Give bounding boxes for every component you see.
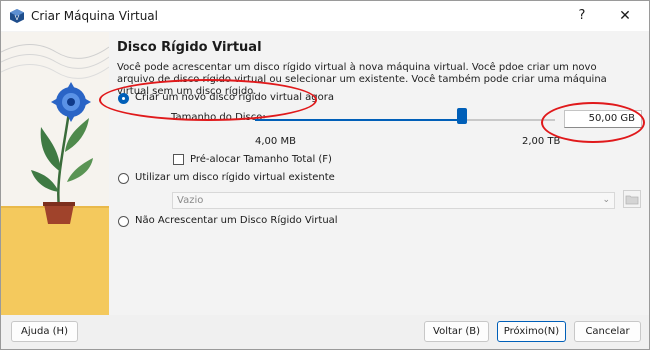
svg-text:V: V	[15, 15, 20, 22]
max-size-label: 2,00 TB	[522, 136, 561, 147]
slider-thumb[interactable]	[457, 108, 467, 124]
slider-fill	[255, 119, 462, 121]
existing-disk-select[interactable]: Vazio ⌄	[172, 192, 615, 209]
help-title-button[interactable]: ?	[572, 6, 592, 26]
preallocate-checkbox[interactable]	[173, 154, 184, 165]
page-title: Disco Rígido Virtual	[117, 40, 262, 55]
create-new-disk-radio[interactable]	[118, 93, 129, 104]
use-existing-disk-label[interactable]: Utilizar um disco rígido virtual existen…	[135, 172, 335, 183]
no-disk-label[interactable]: Não Acrescentar um Disco Rígido Virtual	[135, 215, 338, 226]
folder-icon	[625, 195, 639, 205]
disk-size-slider[interactable]	[255, 119, 555, 121]
back-button[interactable]: Voltar (B)	[424, 321, 489, 342]
min-size-label: 4,00 MB	[255, 136, 296, 147]
dialog-footer: Ajuda (H) Voltar (B) Próximo(N) Cancelar	[1, 315, 649, 349]
cancel-button[interactable]: Cancelar	[574, 321, 641, 342]
window-title: Criar Máquina Virtual	[31, 9, 158, 23]
help-button[interactable]: Ajuda (H)	[11, 321, 78, 342]
wizard-illustration	[1, 32, 109, 315]
existing-disk-value: Vazio	[177, 195, 204, 206]
disk-size-input[interactable]: 50,00 GB	[564, 110, 642, 128]
next-button[interactable]: Próximo(N)	[497, 321, 566, 342]
no-disk-radio[interactable]	[118, 216, 129, 227]
title-bar: V Criar Máquina Virtual ? ✕	[1, 1, 649, 31]
close-button[interactable]: ✕	[614, 6, 636, 26]
virtualbox-icon: V	[10, 9, 24, 23]
dialog-window: V Criar Máquina Virtual ? ✕ Disco Rígido…	[0, 0, 650, 350]
chevron-down-icon: ⌄	[602, 195, 610, 205]
create-new-disk-label[interactable]: Criar um novo disco rígido virtual agora	[135, 92, 334, 103]
use-existing-disk-radio[interactable]	[118, 173, 129, 184]
wizard-content: Disco Rígido Virtual Você pode acrescent…	[109, 32, 649, 315]
disk-size-label: Tamanho do Disco:	[171, 112, 266, 123]
preallocate-label[interactable]: Pré-alocar Tamanho Total (F)	[190, 154, 332, 165]
choose-disk-file-button[interactable]	[623, 190, 641, 208]
